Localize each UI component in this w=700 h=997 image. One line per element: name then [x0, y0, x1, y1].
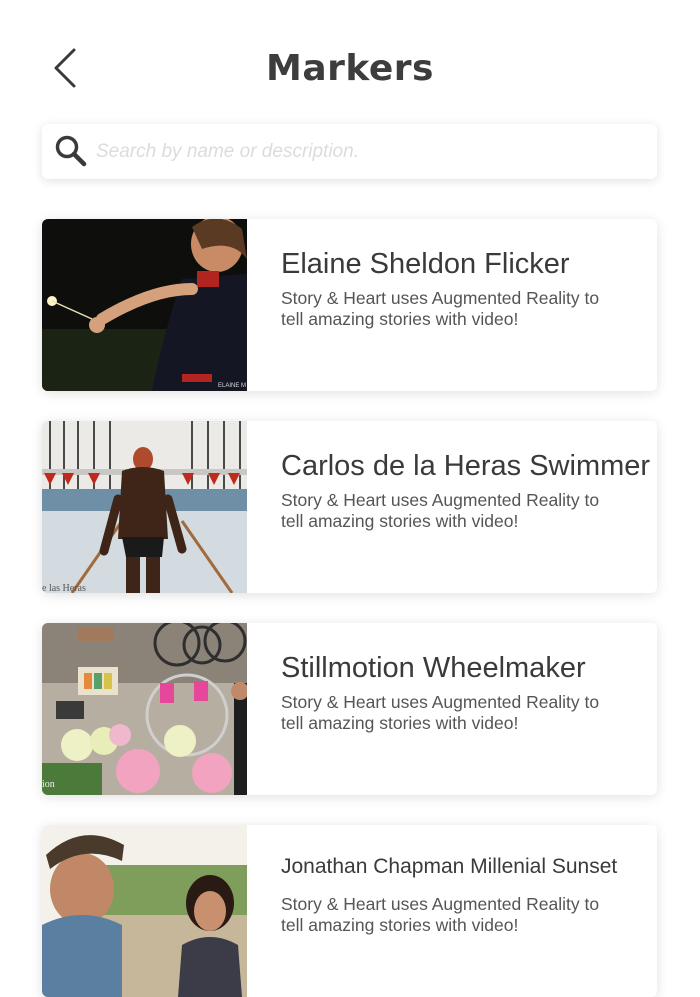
marker-thumbnail: ELAINE M: [42, 219, 247, 391]
marker-title: Elaine Sheldon Flicker: [281, 248, 570, 280]
marker-card-jonathan-chapman-millenial-sunset[interactable]: Jonathan Chapman Millenial Sunset Story …: [42, 825, 657, 997]
marker-thumbnail: ion: [42, 623, 247, 795]
header: Markers: [0, 0, 700, 130]
page-title: Markers: [266, 48, 434, 89]
marker-title: Carlos de la Heras Swimmer: [281, 450, 651, 482]
marker-thumbnail: [42, 825, 247, 997]
search-input[interactable]: [94, 132, 648, 172]
marker-card-stillmotion-wheelmaker[interactable]: ion Stillmotion Wheelmaker Story & Heart…: [42, 623, 657, 795]
marker-description: Story & Heart uses Augmented Reality to …: [281, 894, 600, 935]
marker-title: Jonathan Chapman Millenial Sunset: [281, 855, 618, 878]
marker-thumbnail: e las Heras: [42, 421, 247, 593]
marker-description: Story & Heart uses Augmented Reality to …: [281, 288, 600, 329]
marker-description: Story & Heart uses Augmented Reality to …: [281, 692, 600, 733]
marker-card-carlos-de-la-heras-swimmer[interactable]: e las Heras Carlos de la Heras Swimmer S…: [42, 421, 657, 593]
marker-title: Stillmotion Wheelmaker: [281, 652, 586, 684]
thumbnail-caption: e las Heras: [42, 583, 86, 593]
marker-card-elaine-sheldon-flicker[interactable]: ELAINE M Elaine Sheldon Flicker Story & …: [42, 219, 657, 391]
search-bar[interactable]: [42, 124, 657, 179]
thumbnail-caption: ELAINE M: [218, 383, 246, 389]
marker-description: Story & Heart uses Augmented Reality to …: [281, 490, 600, 531]
thumbnail-caption: ion: [42, 779, 55, 790]
search-icon: [55, 135, 87, 167]
